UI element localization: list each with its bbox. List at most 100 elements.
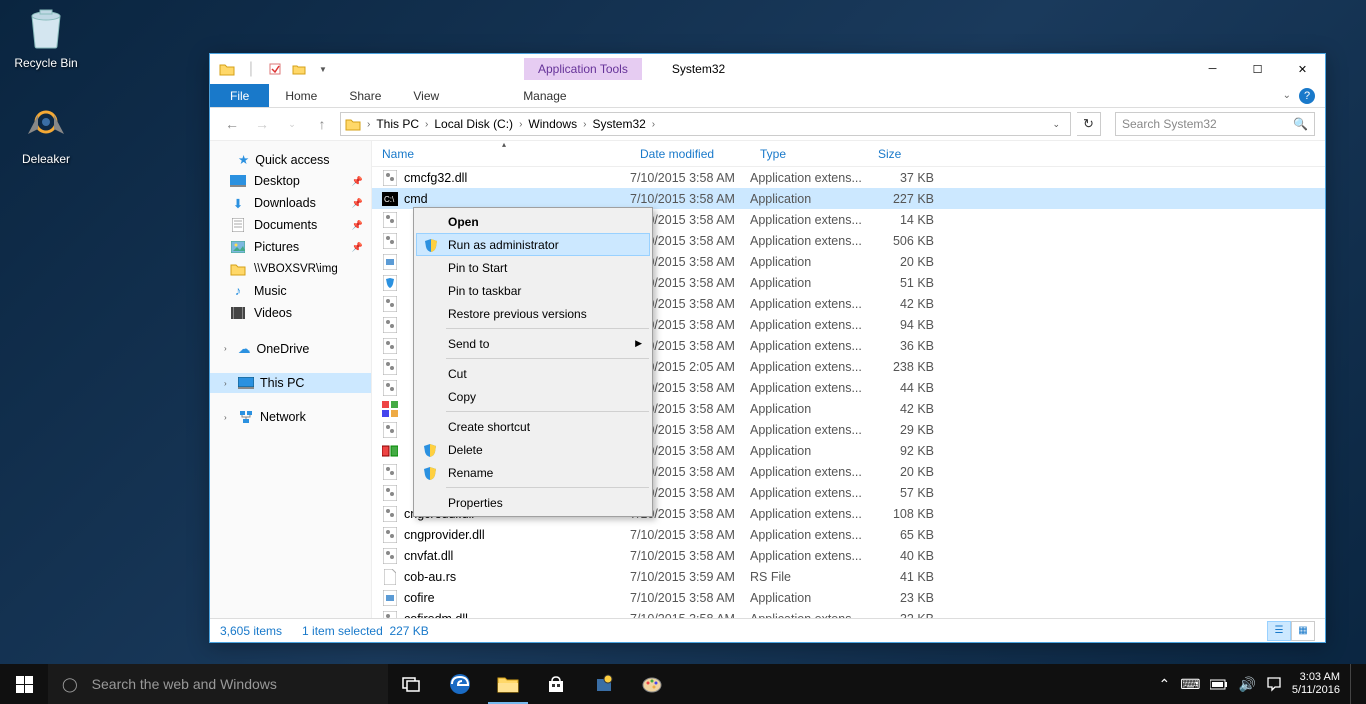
cm-restore[interactable]: Restore previous versions	[416, 302, 650, 325]
qat-dropdown-icon[interactable]: ▼	[312, 58, 334, 80]
file-icon	[382, 548, 398, 564]
deleaker-icon	[22, 100, 70, 148]
file-type: Application extens...	[750, 297, 868, 311]
titlebar[interactable]: | ▼ Application Tools System32 ─ ☐ ✕	[210, 54, 1325, 84]
crumb-windows[interactable]: Windows	[524, 117, 581, 131]
taskbar-app1[interactable]	[580, 664, 628, 704]
music-icon: ♪	[230, 283, 246, 299]
file-size: 41 KB	[868, 570, 934, 584]
tab-share[interactable]: Share	[333, 84, 397, 107]
shield-icon	[422, 465, 438, 481]
action-center-icon[interactable]	[1266, 676, 1282, 692]
file-row[interactable]: cofiredm.dll7/10/2015 3:58 AMApplication…	[372, 608, 1325, 618]
sidebar-item-pictures[interactable]: Pictures📌	[210, 236, 371, 258]
column-size[interactable]: Size	[868, 147, 944, 161]
view-icons-button[interactable]: ▦	[1291, 621, 1315, 641]
sidebar-onedrive[interactable]: ›☁OneDrive	[210, 338, 371, 359]
tab-home[interactable]: Home	[269, 84, 333, 107]
refresh-button[interactable]: ↻	[1077, 112, 1101, 136]
cm-shortcut[interactable]: Create shortcut	[416, 415, 650, 438]
crumb-system32[interactable]: System32	[588, 117, 649, 131]
crumb-thispc[interactable]: This PC	[372, 117, 423, 131]
maximize-button[interactable]: ☐	[1235, 54, 1280, 84]
file-row[interactable]: cnvfat.dll7/10/2015 3:58 AMApplication e…	[372, 545, 1325, 566]
minimize-button[interactable]: ─	[1190, 54, 1235, 84]
cm-copy[interactable]: Copy	[416, 385, 650, 408]
volume-icon[interactable]: 🔊	[1238, 676, 1255, 693]
context-tab[interactable]: Application Tools	[524, 58, 642, 80]
tab-view[interactable]: View	[397, 84, 455, 107]
battery-icon[interactable]	[1210, 679, 1228, 690]
file-size: 94 KB	[868, 318, 934, 332]
cm-pin-taskbar[interactable]: Pin to taskbar	[416, 279, 650, 302]
tray-expand-icon[interactable]: ⌃	[1158, 676, 1170, 693]
nav-up-button[interactable]: ↑	[310, 112, 334, 136]
close-button[interactable]: ✕	[1280, 54, 1325, 84]
sidebar-item-downloads[interactable]: ⬇Downloads📌	[210, 192, 371, 214]
desktop-icon-recycle-bin[interactable]: Recycle Bin	[8, 4, 84, 70]
taskbar-paint[interactable]	[628, 664, 676, 704]
ribbon-tabs: File Home Share View Manage ⌄ ?	[210, 84, 1325, 108]
file-row[interactable]: cofire7/10/2015 3:58 AMApplication23 KB	[372, 587, 1325, 608]
column-type[interactable]: Type	[750, 147, 868, 161]
column-name[interactable]: Name	[372, 147, 630, 161]
sidebar-item-desktop[interactable]: Desktop📌	[210, 170, 371, 192]
file-date: 7/10/2015 3:58 AM	[630, 612, 750, 619]
sidebar-item-documents[interactable]: Documents📌	[210, 214, 371, 236]
help-button[interactable]: ?	[1299, 88, 1315, 104]
addr-dropdown-icon[interactable]: ⌄	[1046, 119, 1066, 130]
tab-file[interactable]: File	[210, 84, 269, 107]
file-row[interactable]: C:\cmd7/10/2015 3:58 AMApplication227 KB	[372, 188, 1325, 209]
qat-newfolder-icon[interactable]	[288, 58, 310, 80]
search-box[interactable]: Search System32 🔍	[1115, 112, 1315, 136]
taskbar-clock[interactable]: 3:03 AM 5/11/2016	[1292, 671, 1340, 697]
file-type: Application extens...	[750, 549, 868, 563]
nav-recent-dropdown[interactable]: ⌄	[280, 112, 304, 136]
cm-properties[interactable]: Properties	[416, 491, 650, 514]
file-name: cngprovider.dll	[404, 528, 630, 542]
tab-manage[interactable]: Manage	[507, 84, 582, 107]
file-row[interactable]: cngprovider.dll7/10/2015 3:58 AMApplicat…	[372, 524, 1325, 545]
cm-run-admin[interactable]: Run as administrator	[416, 233, 650, 256]
file-icon	[382, 401, 398, 417]
file-row[interactable]: cob-au.rs7/10/2015 3:59 AMRS File41 KB	[372, 566, 1325, 587]
file-size: 32 KB	[868, 612, 934, 619]
column-date[interactable]: Date modified	[630, 147, 750, 161]
start-button[interactable]	[0, 664, 48, 704]
sidebar-thispc[interactable]: ›This PC	[210, 373, 371, 393]
taskbar-edge[interactable]	[436, 664, 484, 704]
cm-delete[interactable]: Delete	[416, 438, 650, 461]
crumb-drive[interactable]: Local Disk (C:)	[430, 117, 517, 131]
taskbar: ◯ Search the web and Windows ⌃ ⌨ 🔊 3:03 …	[0, 664, 1366, 704]
desktop-icon	[230, 173, 246, 189]
ribbon-expand-icon[interactable]: ⌄	[1283, 90, 1291, 101]
file-row[interactable]: cmcfg32.dll7/10/2015 3:58 AMApplication …	[372, 167, 1325, 188]
tray-keyboard-icon[interactable]: ⌨	[1180, 676, 1200, 693]
sidebar-item-music[interactable]: ♪Music	[210, 280, 371, 302]
view-details-button[interactable]: ☰	[1267, 621, 1291, 641]
documents-icon	[230, 217, 246, 233]
windows-logo-icon	[16, 676, 33, 693]
file-name: cmcfg32.dll	[404, 171, 630, 185]
sidebar-item-netshare[interactable]: \\VBOXSVR\img	[210, 258, 371, 280]
sidebar-quick-access[interactable]: ★Quick access	[210, 149, 371, 170]
desktop-icon-deleaker[interactable]: Deleaker	[8, 100, 84, 166]
nav-back-button[interactable]: ←	[220, 112, 244, 136]
file-icon	[382, 170, 398, 186]
taskbar-explorer[interactable]	[484, 664, 532, 704]
folder-icon	[216, 58, 238, 80]
nav-forward-button[interactable]: →	[250, 112, 274, 136]
sidebar-item-videos[interactable]: Videos	[210, 302, 371, 324]
taskbar-search[interactable]: ◯ Search the web and Windows	[48, 664, 388, 704]
address-bar[interactable]: › This PC› Local Disk (C:)› Windows› Sys…	[340, 112, 1071, 136]
cm-open[interactable]: Open	[416, 210, 650, 233]
cm-pin-start[interactable]: Pin to Start	[416, 256, 650, 279]
taskbar-store[interactable]	[532, 664, 580, 704]
cm-send-to[interactable]: Send to▶	[416, 332, 650, 355]
qat-properties-icon[interactable]	[264, 58, 286, 80]
task-view-button[interactable]	[388, 664, 436, 704]
cm-rename[interactable]: Rename	[416, 461, 650, 484]
sidebar-network[interactable]: ›Network	[210, 407, 371, 427]
cm-cut[interactable]: Cut	[416, 362, 650, 385]
show-desktop-button[interactable]	[1350, 664, 1356, 704]
